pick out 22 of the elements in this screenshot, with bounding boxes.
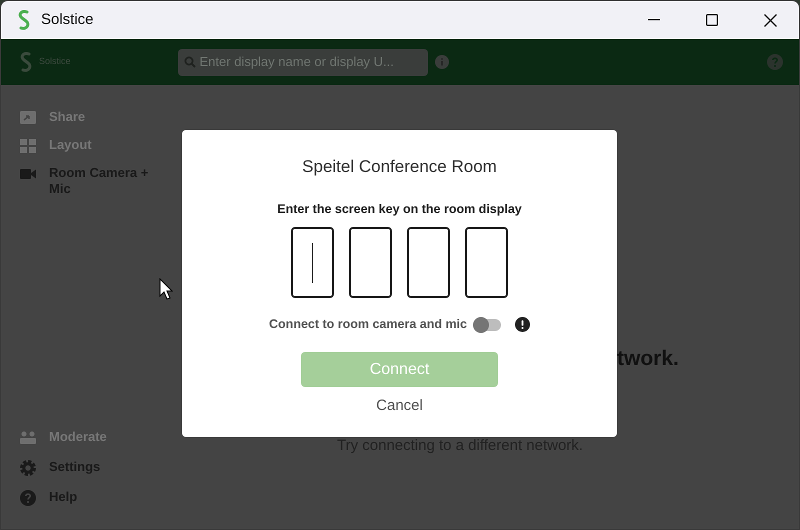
instruction-text: Enter the screen key on the room display [277, 200, 522, 218]
window-title: Solstice [41, 10, 94, 30]
cancel-button[interactable]: Cancel [376, 395, 423, 418]
settings-icon [19, 459, 37, 477]
warning-icon [514, 317, 530, 332]
toggle-label: Connect to room camera and mic [269, 316, 467, 334]
maximize-icon [706, 14, 718, 26]
close-icon [764, 14, 776, 26]
pointer-cursor-icon [159, 278, 173, 300]
help-icon [19, 489, 37, 507]
grid-icon [19, 137, 37, 155]
key-input-field[interactable] [349, 227, 392, 298]
key-input-field[interactable] [407, 227, 450, 298]
minimize-icon [648, 19, 660, 21]
camera-toggle[interactable] [474, 318, 501, 331]
key-input-field[interactable] [291, 227, 334, 298]
key-input-field[interactable] [465, 227, 508, 298]
dialog-title: Speitel Conference Room [302, 156, 497, 178]
app-logo-icon [17, 10, 31, 30]
search-icon [184, 56, 196, 68]
people-icon [19, 429, 37, 447]
brand-logo-icon [19, 51, 33, 73]
